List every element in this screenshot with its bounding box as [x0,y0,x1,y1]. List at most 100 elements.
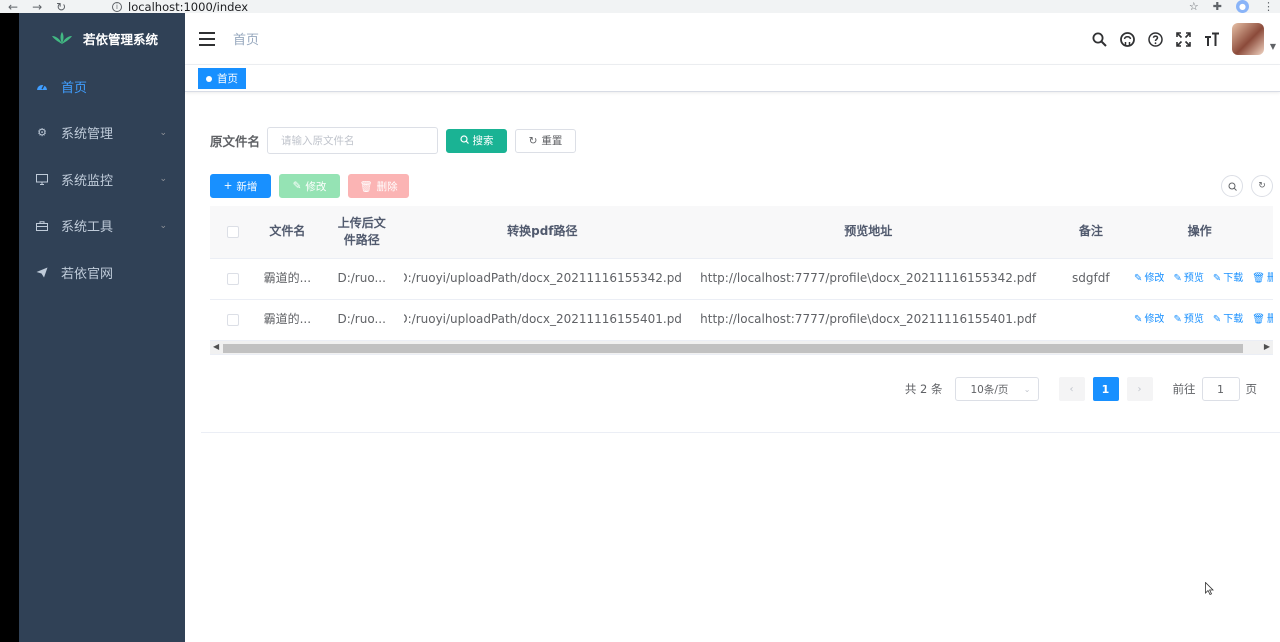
row-preview-label: 预览 [1183,272,1204,284]
prev-page-button[interactable]: ‹ [1058,377,1085,401]
select-all-cell [210,206,255,258]
font-size-icon[interactable] [1204,31,1220,47]
delete-button[interactable]: 🗑 删除 [348,174,409,198]
page-number[interactable]: 1 [1092,377,1119,401]
pagination-total: 共 2 条 [904,382,943,396]
file-table: 文件名 上传后文件路径 转换pdf路径 预览地址 备注 操作 霸道的... D:… [210,206,1273,355]
edit-icon: ✎ [1212,272,1222,284]
filename-input[interactable]: 请输入原文件名 [267,127,438,154]
logo-title: 若依管理系统 [83,31,159,47]
row-delete-link[interactable]: 🗑删除 [1252,272,1273,287]
row-edit-link[interactable]: ✎ 修改 [1134,272,1164,287]
row-delete-label: 删除 [1266,313,1273,325]
tags-view: 首页 [185,65,1280,92]
extensions-icon[interactable]: ✚ [1213,0,1222,13]
refresh-table-button[interactable]: ↻ [1251,175,1273,197]
cell-pdf-path: D:/ruoyi/uploadPath/docx_20211116155401.… [403,312,681,327]
row-select-cell [210,300,255,340]
chevron-down-icon: ⌄ [1023,384,1031,394]
scroll-left-icon[interactable]: ◀ [213,342,219,351]
goto-suffix: 页 [1245,382,1258,396]
cell-upload-path: D:/ruo... [337,271,386,286]
edit-icon: ✎ [1134,272,1143,284]
col-filename: 文件名 [269,224,306,239]
browser-menu-icon[interactable]: ⋮ [1263,0,1274,13]
sidebar-item-tools[interactable]: 系统工具 ⌄ [19,203,185,250]
cell-preview-url: http://localhost:7777/profile\docx_20211… [700,271,1037,286]
forward-icon[interactable]: → [32,1,42,13]
sidebar-item-label: 若依官网 [61,266,114,282]
col-pdf-path: 转换pdf路径 [507,224,578,239]
table-header: 文件名 上传后文件路径 转换pdf路径 预览地址 备注 操作 [210,206,1273,259]
select-all-checkbox[interactable] [226,226,239,238]
trash-icon: 🗑 [359,180,373,193]
reset-button[interactable]: ↻ 重置 [515,128,576,153]
next-page-button[interactable]: › [1126,377,1153,401]
breadcrumb[interactable]: 首页 [233,29,259,48]
caret-down-icon[interactable]: ▼ [1270,42,1276,51]
page-size-select[interactable]: 10条/页 ⌄ [954,377,1039,401]
pagination: 共 2 条 10条/页 ⌄ ‹ 1 › 前往 1 页 [905,377,1257,401]
sidebar-item-home[interactable]: 首页 [19,63,185,110]
browser-toolbar: ← → ↻ i localhost:1000/index ☆ ✚ ● ⋮ [0,0,1280,14]
edit-button[interactable]: ✎ 修改 [279,174,340,198]
tag-home[interactable]: 首页 [198,68,246,89]
add-button[interactable]: + 新增 [210,174,271,198]
col-note: 备注 [1078,224,1103,239]
reset-button-label: 重置 [541,135,563,147]
profile-icon[interactable]: ● [1236,0,1249,13]
dashboard-icon [35,79,49,93]
row-edit-link[interactable]: ✎ 修改 [1134,313,1164,328]
plus-icon: + [223,180,233,192]
scroll-right-icon[interactable]: ▶ [1264,342,1270,351]
edit-icon: ✎ [1173,272,1182,284]
search-icon [1228,182,1237,191]
sidebar: 若依管理系统 首页 ⚙ 系统管理 ⌄ 系统监控 ⌄ 系统工具 ⌄ 若依官网 [19,13,185,642]
search-icon [459,134,469,147]
row-preview-link[interactable]: ✎ 预览 [1173,272,1203,287]
cell-actions: ✎修改 ✎预览 ✎下载 🗑删除 [1126,259,1273,299]
row-preview-link[interactable]: ✎ 预览 [1173,313,1203,328]
sidebar-item-label: 系统监控 [61,173,114,189]
search-button[interactable]: 搜索 [446,128,507,153]
row-checkbox[interactable] [226,314,239,326]
back-icon[interactable]: ← [8,1,18,13]
row-download-link[interactable]: ✎ 下载 [1213,313,1243,328]
site-info-icon[interactable]: i [112,1,122,12]
avatar[interactable] [1231,23,1264,55]
row-download-link[interactable]: ✎ 下载 [1213,272,1243,287]
navbar-actions: ▼ [1092,13,1276,65]
sidebar-item-website[interactable]: 若依官网 [19,249,185,296]
content-divider [201,432,1280,433]
sidebar-item-label: 系统工具 [61,220,114,236]
scrollbar-thumb[interactable] [223,344,1243,353]
trash-icon: 🗑 [1252,313,1265,325]
paper-plane-icon [35,265,49,279]
row-select-cell [210,259,255,299]
fullscreen-icon[interactable] [1176,31,1192,47]
hamburger-icon[interactable] [199,31,215,46]
row-delete-link[interactable]: 🗑删除 [1252,313,1273,328]
horizontal-scrollbar[interactable]: ◀ ▶ [210,341,1273,355]
sidebar-logo[interactable]: 若依管理系统 [19,13,185,63]
goto-page-input[interactable]: 1 [1201,377,1240,401]
filename-label: 原文件名 [210,134,261,149]
bookmark-star-icon[interactable]: ☆ [1189,0,1199,13]
search-icon[interactable] [1092,31,1108,47]
table-row: 霸道的... D:/ruo... D:/ruoyi/uploadPath/doc… [210,259,1273,300]
address-bar[interactable]: i localhost:1000/index [112,0,248,14]
row-checkbox[interactable] [226,273,239,285]
reload-icon[interactable]: ↻ [56,1,66,13]
toggle-search-button[interactable] [1221,175,1243,197]
table-toolbar: + 新增 ✎ 修改 🗑 删除 [210,174,409,198]
cell-preview-url: http://localhost:7777/profile\docx_20211… [700,312,1037,327]
sidebar-item-system[interactable]: ⚙ 系统管理 ⌄ [19,110,185,157]
github-icon[interactable] [1120,31,1136,47]
cell-pdf-path: D:/ruoyi/uploadPath/docx_20211116155342.… [403,271,681,286]
question-icon[interactable] [1148,31,1164,47]
cell-filename: 霸道的... [263,271,312,286]
table-row: 霸道的... D:/ruo... D:/ruoyi/uploadPath/doc… [210,300,1273,341]
sidebar-item-monitor[interactable]: 系统监控 ⌄ [19,156,185,203]
col-actions: 操作 [1187,224,1212,239]
col-upload-path: 上传后文件路径 [320,206,404,258]
